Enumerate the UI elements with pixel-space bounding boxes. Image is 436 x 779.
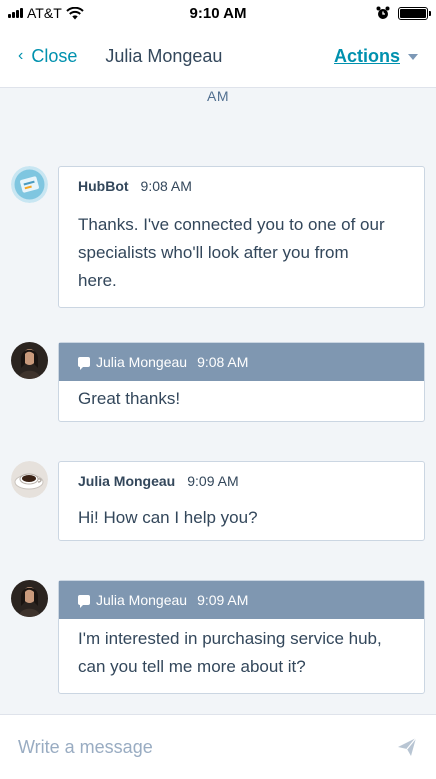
message-composer: [0, 714, 436, 779]
message-input[interactable]: [18, 736, 396, 758]
message-body: Great thanks!: [59, 381, 424, 421]
status-left: AT&T: [8, 5, 158, 21]
message-author: Julia Mongeau: [96, 354, 188, 370]
message-author: Julia Mongeau: [78, 473, 176, 489]
message-line: here.: [78, 271, 117, 290]
message-card: Julia Mongeau 9:08 AM Great thanks!: [58, 342, 425, 422]
actions-dropdown[interactable]: Actions: [334, 46, 418, 67]
close-button[interactable]: ‹ Close: [18, 46, 77, 67]
message-header: Julia Mongeau 9:09 AM: [59, 581, 424, 619]
send-icon[interactable]: [396, 736, 418, 758]
status-time: 9:10 AM: [189, 4, 247, 22]
conversation-header: ‹ Close Julia Mongeau Actions: [0, 26, 436, 88]
agent-avatar: [11, 342, 48, 379]
message-time: 9:09 AM: [197, 592, 249, 608]
date-divider: AM: [207, 88, 229, 104]
status-bar: AT&T 9:10 AM: [0, 0, 436, 26]
status-right: [278, 6, 431, 20]
message-body: Thanks. I've connected you to one of our…: [59, 205, 424, 307]
coffee-avatar: [11, 461, 48, 498]
message-card: HubBot 9:08 AM Thanks. I've connected yo…: [58, 166, 425, 308]
caret-down-icon: [408, 53, 418, 60]
message-time: 9:08 AM: [197, 354, 249, 370]
alarm-icon: [376, 6, 390, 19]
message-body: Hi! How can I help you?: [59, 500, 424, 540]
message-author: Julia Mongeau: [96, 592, 188, 608]
message-thread[interactable]: AM HubBot 9:08 AM Thanks. I've connected…: [0, 88, 436, 714]
message-line: Hi! How can I help you?: [78, 508, 258, 527]
message-card: Julia Mongeau 9:09 AM Hi! How can I help…: [58, 461, 425, 541]
agent-avatar: [11, 580, 48, 617]
chat-bubble-icon: [78, 357, 90, 370]
chat-bubble-icon: [78, 595, 90, 608]
chevron-left-icon: ‹: [18, 46, 24, 64]
message-line: Great thanks!: [78, 389, 181, 408]
message-time: 9:09 AM: [187, 473, 239, 489]
message-line: can you tell me more about it?: [78, 657, 306, 676]
message-author: HubBot: [78, 178, 129, 194]
message-line: I'm interested in purchasing service hub…: [78, 629, 382, 648]
close-label: Close: [31, 46, 78, 66]
actions-label: Actions: [333, 46, 400, 66]
message-line: specialists who'll look after you from: [78, 243, 349, 262]
message-line: Thanks. I've connected you to one of our: [78, 215, 385, 234]
message-time: 9:08 AM: [140, 178, 192, 194]
carrier-label: AT&T: [27, 5, 62, 21]
message-header: Julia Mongeau 9:09 AM: [59, 462, 424, 500]
message-header: Julia Mongeau 9:08 AM: [59, 343, 424, 381]
message-card: Julia Mongeau 9:09 AM I'm interested in …: [58, 580, 425, 694]
battery-icon: [398, 6, 431, 20]
wifi-icon: [66, 6, 84, 19]
message-body: I'm interested in purchasing service hub…: [59, 619, 424, 693]
hubbot-avatar: [11, 166, 48, 203]
message-header: HubBot 9:08 AM: [59, 167, 424, 205]
contact-name: Julia Mongeau: [105, 46, 223, 66]
signal-icon: [8, 8, 23, 18]
